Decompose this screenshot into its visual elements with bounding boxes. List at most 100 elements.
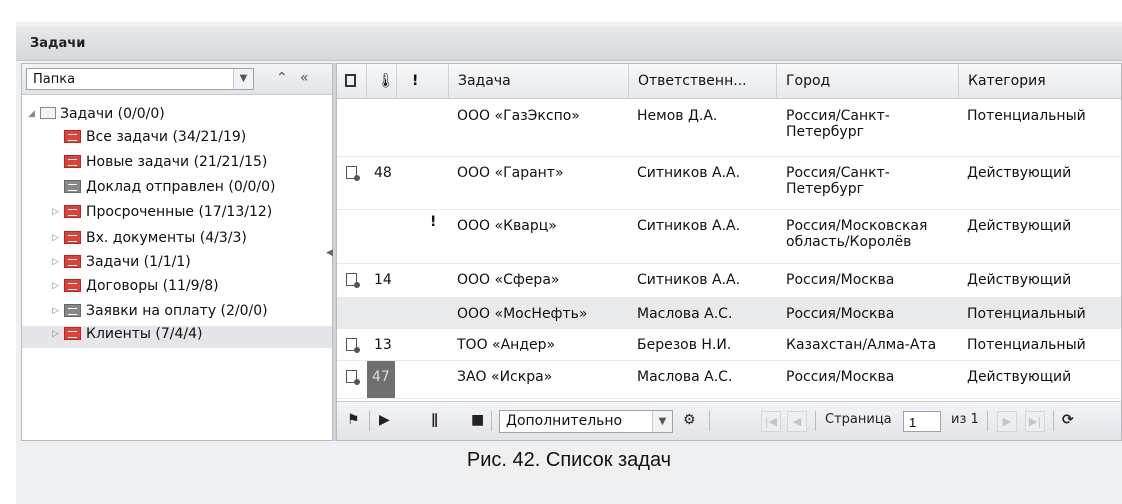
pause-icon[interactable]: ∥ bbox=[431, 412, 438, 428]
table-row[interactable]: 14 ООО «Сфера» Ситников А.А. Россия/Москва Д… bbox=[337, 264, 1121, 298]
tree-item[interactable]: Доклад отправлен (0/0/0) bbox=[22, 179, 332, 201]
cell-category: Действующий bbox=[967, 369, 1072, 385]
document-icon[interactable] bbox=[346, 338, 360, 353]
doc-icon[interactable] bbox=[337, 64, 367, 99]
tree-item-label: Все задачи (34/21/19) bbox=[86, 129, 247, 145]
panel-title: Задачи bbox=[30, 36, 86, 51]
cell-city: Россия/Санкт-Петербург bbox=[786, 165, 890, 197]
tree-item[interactable]: ▷ Задачи (1/1/1) bbox=[22, 254, 332, 276]
document-icon[interactable] bbox=[346, 370, 360, 385]
cell-task: ЗАО «Искра» bbox=[457, 369, 553, 385]
exclamation-icon[interactable]: ! bbox=[397, 64, 449, 99]
expand-arrow-icon[interactable]: ▷ bbox=[52, 329, 64, 339]
page-number-input[interactable] bbox=[903, 411, 941, 432]
red-filter-icon bbox=[64, 154, 81, 168]
cell-category: Действующий bbox=[967, 218, 1072, 234]
settings-icon[interactable]: ⚙ bbox=[683, 412, 696, 428]
tree-item[interactable]: Все задачи (34/21/19) bbox=[22, 129, 332, 151]
more-select-value: Дополнительно bbox=[506, 413, 623, 429]
table-row[interactable]: ООО «ГазЭкспо» Немов Д.А. Россия/Санкт-Пет… bbox=[337, 100, 1121, 157]
cell-category: Действующий bbox=[967, 272, 1072, 288]
play-icon[interactable]: ▶ bbox=[379, 412, 390, 428]
cell-category: Потенциальный bbox=[967, 337, 1086, 353]
table-row[interactable]: ! ООО «Кварц» Ситников А.А. Россия/Московск… bbox=[337, 210, 1121, 264]
tree-item[interactable]: ▷ Клиенты (7/4/4) bbox=[22, 326, 332, 348]
expand-arrow-icon[interactable]: ▷ bbox=[52, 257, 64, 267]
separator bbox=[369, 411, 370, 431]
table-row[interactable]: 13 ТОО «Андер» Березов Н.И. Казахстан/Алма-… bbox=[337, 329, 1121, 361]
first-page-icon[interactable]: |◀ bbox=[761, 411, 781, 432]
more-select[interactable]: Дополнительно ▼ bbox=[499, 410, 673, 433]
red-filter-icon bbox=[64, 204, 81, 218]
tree-item[interactable]: ◢ Задачи (0/0/0) bbox=[22, 106, 332, 128]
tree-item-label: Заявки на оплату (2/0/0) bbox=[86, 303, 268, 319]
collapse-all-icon[interactable]: ⌃ bbox=[276, 70, 288, 86]
expand-arrow-icon[interactable]: ◢ bbox=[28, 109, 40, 119]
chevron-down-icon[interactable]: ▼ bbox=[233, 69, 253, 89]
pager-toolbar: ⚑ ▶ ∥ ■ Дополнительно ▼ ⚙ |◀ ◀ Страница … bbox=[337, 401, 1121, 440]
document-icon[interactable] bbox=[346, 166, 360, 181]
column-header-city[interactable]: Город bbox=[777, 64, 959, 99]
tree-item-label: Задачи (1/1/1) bbox=[86, 254, 191, 270]
document-icon[interactable] bbox=[346, 273, 360, 288]
column-header-owner[interactable]: Ответственн... bbox=[629, 64, 777, 99]
urgent-icon: ! bbox=[430, 214, 437, 230]
table-row[interactable]: ООО «МосНефть» Маслова А.С. Россия/Москва П… bbox=[337, 298, 1121, 329]
tree-item-label: Задачи (0/0/0) bbox=[60, 106, 165, 122]
figure-caption: Рис. 42. Список задач bbox=[466, 449, 672, 471]
tree-item-label: Договоры (11/9/8) bbox=[86, 278, 219, 294]
separator bbox=[1053, 411, 1054, 431]
page-label: Страница bbox=[825, 412, 892, 427]
table-row[interactable]: 47 ЗАО «Искра» Маслова А.С. Россия/Москва Де… bbox=[337, 361, 1121, 399]
expand-arrow-icon[interactable]: ▷ bbox=[52, 207, 64, 217]
expand-arrow-icon[interactable]: ▷ bbox=[52, 306, 64, 316]
collapse-left-icon[interactable]: ◀ bbox=[326, 248, 333, 258]
expand-arrow-icon[interactable]: ▷ bbox=[52, 233, 64, 243]
tree-item-label: Клиенты (7/4/4) bbox=[86, 326, 203, 342]
next-page-icon[interactable]: ▶ bbox=[997, 411, 1017, 432]
panel-header: Задачи bbox=[16, 27, 1122, 61]
cell-city: Россия/Московская область/Королёв bbox=[786, 218, 928, 250]
tree-item[interactable]: ▷ Просроченные (17/13/12) bbox=[22, 204, 332, 226]
temperature-value: 47 bbox=[367, 361, 395, 398]
tree-item[interactable]: ▷ Заявки на оплату (2/0/0) bbox=[22, 303, 332, 325]
folder-icon bbox=[40, 107, 56, 119]
cell-task: ООО «Кварц» bbox=[457, 218, 557, 234]
separator bbox=[709, 411, 710, 431]
tree-item[interactable]: ▷ Договоры (11/9/8) bbox=[22, 278, 332, 300]
refresh-icon[interactable]: ⟳ bbox=[1062, 412, 1074, 428]
prev-page-icon[interactable]: ◀ bbox=[787, 411, 807, 432]
chevron-down-icon[interactable]: ▼ bbox=[652, 411, 672, 432]
cell-city: Россия/Москва bbox=[786, 369, 895, 385]
separator bbox=[815, 411, 816, 431]
thermometer-icon[interactable]: 🌡 bbox=[367, 64, 397, 99]
table-row[interactable]: 48 ООО «Гарант» Ситников А.А. Россия/Санкт-… bbox=[337, 157, 1121, 210]
temperature-value: 48 bbox=[374, 165, 392, 181]
cell-owner: Березов Н.И. bbox=[637, 337, 732, 353]
temperature-value: 13 bbox=[374, 337, 392, 353]
page-count-label: из 1 bbox=[951, 412, 979, 427]
tree-item-label: Новые задачи (21/21/15) bbox=[86, 154, 268, 170]
separator bbox=[987, 411, 988, 431]
cell-task: ООО «Гарант» bbox=[457, 165, 564, 181]
stop-icon[interactable]: ■ bbox=[471, 412, 484, 428]
tree-item[interactable]: Новые задачи (21/21/15) bbox=[22, 154, 332, 176]
expand-arrow-icon[interactable]: ▷ bbox=[52, 281, 64, 291]
column-header-category[interactable]: Категория bbox=[959, 64, 1121, 99]
tree-item-label: Вх. документы (4/3/3) bbox=[86, 230, 247, 246]
cell-owner: Немов Д.А. bbox=[637, 108, 718, 124]
hide-panel-icon[interactable]: « bbox=[300, 70, 309, 86]
cell-task: ООО «ГазЭкспо» bbox=[457, 108, 580, 124]
separator bbox=[491, 411, 492, 431]
flag-icon[interactable]: ⚑ bbox=[347, 412, 360, 428]
folder-select[interactable]: Папка ▼ bbox=[26, 68, 254, 90]
cell-owner: Ситников А.А. bbox=[637, 218, 741, 234]
tree-item[interactable]: ▷ Вх. документы (4/3/3) bbox=[22, 230, 332, 252]
last-page-icon[interactable]: ▶| bbox=[1025, 411, 1045, 432]
cell-category: Потенциальный bbox=[967, 306, 1086, 322]
red-filter-icon bbox=[64, 326, 81, 340]
column-header-task[interactable]: Задача bbox=[449, 64, 629, 99]
temperature-value: 14 bbox=[374, 272, 392, 288]
cell-category: Действующий bbox=[967, 165, 1072, 181]
red-filter-icon bbox=[64, 278, 81, 292]
